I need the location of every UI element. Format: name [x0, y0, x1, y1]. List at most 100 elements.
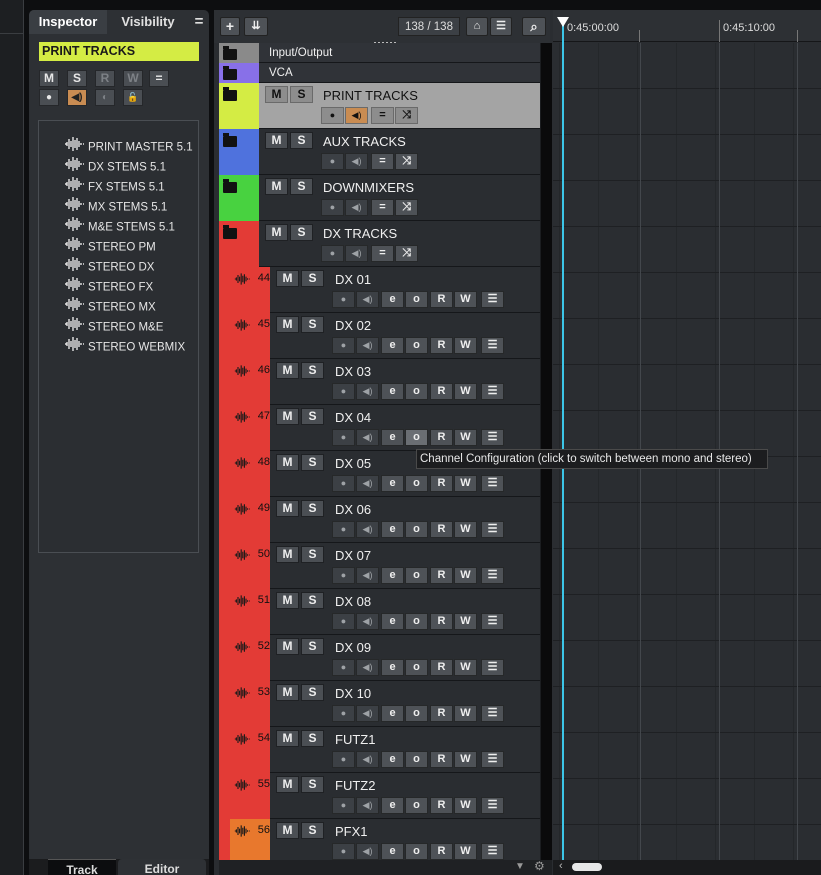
track-name[interactable]: DX TRACKS [323, 226, 397, 241]
record-enable-button[interactable]: ● [332, 751, 355, 768]
solo-button[interactable]: S [301, 638, 324, 655]
mute-button[interactable]: M [276, 730, 299, 747]
track-name[interactable]: DX 01 [335, 272, 371, 287]
monitor-button[interactable]: ◀) [356, 291, 379, 308]
track-list-icon[interactable]: ☰ [481, 383, 504, 400]
audio-track-row[interactable]: 49 M S DX 06 ● ◀) e o R W ☰ [219, 497, 540, 543]
audio-track-row[interactable]: 55 M S FUTZ2 ● ◀) e o R W ☰ [219, 773, 540, 819]
record-enable-button[interactable]: ● [332, 475, 355, 492]
folder-icon[interactable] [223, 87, 237, 101]
gear-icon[interactable]: ⚙ [534, 859, 545, 873]
inspector-read-button[interactable]: R [95, 70, 115, 87]
record-enable-button[interactable]: ● [332, 567, 355, 584]
solo-button[interactable]: S [301, 362, 324, 379]
audio-track-row[interactable]: 56 M S PFX1 ● ◀) e o R W ☰ [219, 819, 540, 860]
channel-configuration-button[interactable]: o [405, 383, 428, 400]
audio-track-row[interactable]: 51 M S DX 08 ● ◀) e o R W ☰ [219, 589, 540, 635]
monitor-button[interactable]: ◀) [356, 475, 379, 492]
inspector-track-title[interactable]: PRINT TRACKS [39, 42, 199, 61]
monitor-button[interactable]: ◀) [356, 567, 379, 584]
read-automation-button[interactable]: R [430, 383, 453, 400]
solo-button[interactable]: S [301, 546, 324, 563]
track-name[interactable]: Input/Output [269, 47, 332, 59]
scroll-down-icon[interactable]: ▼ [515, 861, 525, 872]
track-list-icon[interactable]: ☰ [481, 797, 504, 814]
write-automation-button[interactable]: W [454, 337, 477, 354]
record-enable-button[interactable]: ● [321, 199, 344, 216]
write-automation-button[interactable]: W [454, 797, 477, 814]
scrollbar-thumb[interactable] [572, 863, 602, 871]
record-enable-button[interactable]: ● [321, 107, 344, 124]
track-name[interactable]: DX 05 [335, 456, 371, 471]
edit-channel-button[interactable]: e [381, 751, 404, 768]
mute-button[interactable]: M [276, 776, 299, 793]
track-name[interactable]: DOWNMIXERS [323, 180, 414, 195]
monitor-button[interactable]: ◀) [356, 751, 379, 768]
edit-channel-button[interactable]: e [381, 797, 404, 814]
monitor-button[interactable]: ◀) [356, 613, 379, 630]
folder-icon[interactable] [223, 225, 237, 239]
edit-channel-button[interactable]: e [381, 475, 404, 492]
mute-button[interactable]: M [276, 638, 299, 655]
read-automation-button[interactable]: R [430, 475, 453, 492]
write-automation-button[interactable]: W [454, 843, 477, 860]
read-automation-button[interactable]: R [430, 521, 453, 538]
inspector-record-button[interactable]: ● [39, 89, 59, 106]
monitor-button[interactable]: ◀) [356, 659, 379, 676]
edit-channel-button[interactable]: e [381, 521, 404, 538]
inspector-solo-button[interactable]: S [67, 70, 87, 87]
monitor-button[interactable]: ◀) [345, 245, 368, 262]
write-automation-button[interactable]: W [454, 705, 477, 722]
channel-configuration-button[interactable]: o [405, 613, 428, 630]
read-automation-button[interactable]: R [430, 291, 453, 308]
mute-button[interactable]: M [265, 224, 288, 241]
track-list-icon[interactable]: ☰ [481, 659, 504, 676]
track-list-icon[interactable]: ☰ [481, 567, 504, 584]
mute-button[interactable]: M [265, 178, 288, 195]
add-track-button[interactable]: + [220, 17, 240, 36]
track-list-icon[interactable]: ☰ [481, 521, 504, 538]
solo-button[interactable]: S [290, 178, 313, 195]
record-enable-button[interactable]: ● [332, 843, 355, 860]
track-list-icon[interactable]: ☰ [481, 291, 504, 308]
folder-track-row[interactable]: M S DX TRACKS ● ◀) = ⤨ [219, 221, 540, 267]
track-name[interactable]: DX 09 [335, 640, 371, 655]
edit-channel-button[interactable]: e [381, 843, 404, 860]
audio-track-row[interactable]: 44 M S DX 01 ● ◀) e o R W ☰ [219, 267, 540, 313]
channel-configuration-button[interactable]: o [405, 429, 428, 446]
channel-configuration-button[interactable]: o [405, 797, 428, 814]
inspector-list-item[interactable]: DX STEMS 5.1 [64, 157, 166, 177]
mute-button[interactable]: M [276, 684, 299, 701]
record-enable-button[interactable]: ● [332, 613, 355, 630]
record-enable-button[interactable]: ● [332, 659, 355, 676]
inspector-list-item[interactable]: STEREO M&E [64, 317, 163, 337]
monitor-button[interactable]: ◀) [345, 153, 368, 170]
inspector-list-item[interactable]: MX STEMS 5.1 [64, 197, 167, 217]
channel-configuration-button[interactable]: o [405, 567, 428, 584]
read-automation-button[interactable]: R [430, 751, 453, 768]
monitor-button[interactable]: ◀) [356, 521, 379, 538]
folder-icon[interactable] [223, 133, 237, 147]
write-automation-button[interactable]: W [454, 613, 477, 630]
channel-configuration-button[interactable]: o [405, 843, 428, 860]
visibility-agents-icon[interactable]: ⌂ [466, 17, 488, 36]
edit-channel-button[interactable]: e [381, 567, 404, 584]
folder-track-row[interactable]: M S PRINT TRACKS ● ◀) = ⤨ [219, 83, 540, 129]
inspector-list-item[interactable]: STEREO FX [64, 277, 153, 297]
folder-track-row[interactable]: Input/Output [219, 43, 540, 63]
search-icon[interactable]: ⌕ [522, 17, 546, 36]
lanes-button[interactable]: = [371, 199, 394, 216]
folder-track-row[interactable]: M S DOWNMIXERS ● ◀) = ⤨ [219, 175, 540, 221]
mute-button[interactable]: M [276, 592, 299, 609]
track-list-icon[interactable]: ☰ [481, 843, 504, 860]
write-automation-button[interactable]: W [454, 291, 477, 308]
read-automation-button[interactable]: R [430, 429, 453, 446]
mute-button[interactable]: M [276, 454, 299, 471]
track-name[interactable]: DX 10 [335, 686, 371, 701]
monitor-button[interactable]: ◀) [356, 337, 379, 354]
solo-button[interactable]: S [290, 132, 313, 149]
read-automation-button[interactable]: R [430, 705, 453, 722]
solo-button[interactable]: S [301, 408, 324, 425]
solo-button[interactable]: S [301, 730, 324, 747]
audio-track-row[interactable]: 46 M S DX 03 ● ◀) e o R W ☰ [219, 359, 540, 405]
